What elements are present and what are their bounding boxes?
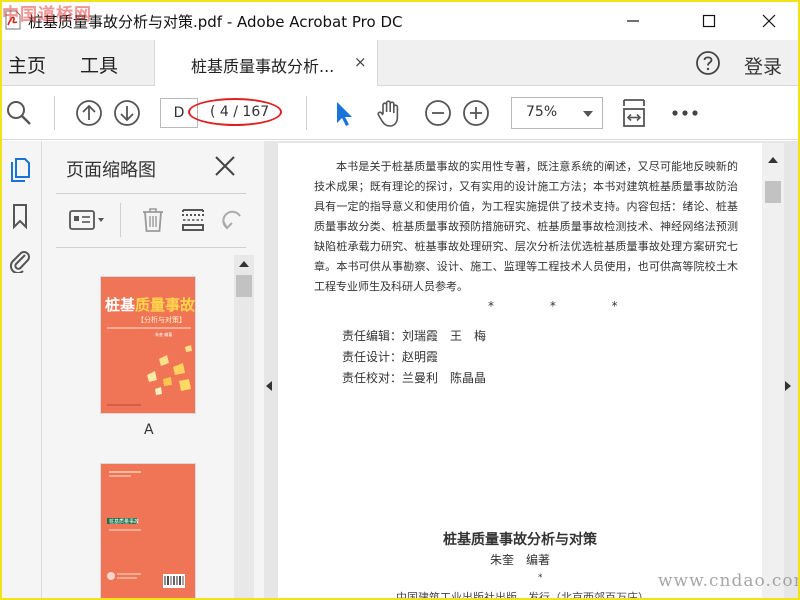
maximize-button[interactable] xyxy=(686,6,732,36)
book-back-cover-image: 桩基质量事故 xyxy=(101,464,195,598)
title-bar: 桩基质量事故分析与对策.pdf - Adobe Acrobat Pro DC xyxy=(2,2,798,40)
collapse-left-panel-icon[interactable] xyxy=(266,381,272,391)
close-window-button[interactable] xyxy=(746,6,792,36)
menu-bar: 主页 工具 桩基质量事故分析... × 登录 xyxy=(2,40,798,86)
trash-icon xyxy=(143,208,163,232)
red-annotation-ellipse xyxy=(188,98,282,126)
book-title: 桩基质量事故分析与对策 xyxy=(443,532,597,548)
tab-close-button[interactable]: × xyxy=(354,53,367,71)
credit-editor: 责任编辑：刘瑞霞 王 梅 xyxy=(342,329,487,343)
zoom-in-button[interactable] xyxy=(461,98,491,128)
cover-title-white: 桩基 xyxy=(105,296,136,314)
close-icon xyxy=(762,14,776,28)
more-icon xyxy=(672,110,698,116)
cover-subtitle: 【分析与对策】 xyxy=(137,315,186,324)
delete-pages-button[interactable] xyxy=(138,205,168,235)
small-separator: * xyxy=(538,573,543,583)
page-thumbnails-icon[interactable] xyxy=(8,157,32,183)
book-cover-image: 桩基 质量事故 【分析与对策】 朱奎 编著 xyxy=(101,277,196,413)
credit-design: 责任设计：赵明霞 xyxy=(342,350,439,364)
toolbar-divider xyxy=(306,96,307,130)
zoom-value: 75% xyxy=(526,104,558,120)
next-page-button[interactable] xyxy=(112,98,142,128)
toolbar: D ( 4 / 167 75% xyxy=(2,86,798,140)
hand-tool-button[interactable] xyxy=(374,98,404,128)
thumbnail-label: A xyxy=(144,422,154,438)
close-panel-icon[interactable] xyxy=(214,155,236,177)
credit-proofreader: 责任校对：兰曼利 陈晶晶 xyxy=(342,371,487,385)
previous-page-button[interactable] xyxy=(74,98,104,128)
menu-home[interactable]: 主页 xyxy=(8,51,46,78)
minimize-button[interactable] xyxy=(610,6,656,36)
expand-right-panel-icon[interactable] xyxy=(785,381,791,391)
app-window: 桩基质量事故分析与对策.pdf - Adobe Acrobat Pro DC 中… xyxy=(0,0,800,600)
help-icon[interactable] xyxy=(695,50,721,76)
document-scrollbar[interactable] xyxy=(762,143,784,598)
document-viewer: 本书是关于桩基质量事故的实用性专著，既注意系统的阐述，又尽可能地反映新的技术成果… xyxy=(264,141,798,600)
thumbnail-options-button[interactable] xyxy=(68,205,108,235)
cover-author: 朱奎 编著 xyxy=(155,331,172,337)
publisher-line: 中国建筑工业出版社出版、发行（北京西郊百万庄） xyxy=(396,591,649,600)
menu-tools[interactable]: 工具 xyxy=(80,51,118,78)
site-watermark: 中国道桥网 xyxy=(2,5,92,25)
scroll-up-icon[interactable] xyxy=(239,261,249,267)
zoom-out-button[interactable] xyxy=(423,98,453,128)
thumbnails-panel: 页面缩略图 桩基 质量事故 【分析与对策】 朱奎 编著 A 桩基质量事故 xyxy=(42,141,264,598)
scrollbar-thumb[interactable] xyxy=(236,275,252,297)
panel-title: 页面缩略图 xyxy=(66,160,156,181)
navigation-rail xyxy=(2,141,42,598)
maximize-icon xyxy=(702,14,716,28)
options-list-icon xyxy=(69,210,104,230)
zoom-level-select[interactable]: 75% xyxy=(511,97,603,129)
site-url-watermark: www.cndao.com xyxy=(658,571,800,591)
document-tab-label: 桩基质量事故分析... xyxy=(191,57,335,76)
toolbar-divider xyxy=(120,203,121,237)
section-separator: * * * xyxy=(488,299,644,313)
select-cursor-icon xyxy=(337,102,352,126)
thumbnail-scrollbar[interactable] xyxy=(234,255,254,598)
scroll-up-icon[interactable] xyxy=(768,157,778,163)
rotate-page-button[interactable] xyxy=(218,205,248,235)
toolbar-divider xyxy=(54,96,55,130)
minimize-icon xyxy=(627,20,639,22)
next-page-icon xyxy=(114,100,140,126)
book-description-paragraph: 本书是关于桩基质量事故的实用性专著，既注意系统的阐述，又尽可能地反映新的技术成果… xyxy=(314,160,738,293)
panel-divider xyxy=(56,247,246,248)
rotate-icon xyxy=(222,210,241,230)
bookmark-icon[interactable] xyxy=(8,203,32,229)
back-cover-label: 桩基质量事故 xyxy=(109,518,139,525)
document-tab[interactable]: 桩基质量事故分析... × xyxy=(154,40,378,86)
page-thumbnail-back[interactable]: 桩基质量事故 xyxy=(100,463,196,598)
zoom-out-icon xyxy=(425,100,451,126)
pdf-page: 本书是关于桩基质量事故的实用性专著，既注意系统的阐述，又尽可能地反映新的技术成果… xyxy=(278,143,762,600)
chevron-down-icon xyxy=(583,111,593,117)
panel-divider xyxy=(56,193,246,194)
fit-page-icon xyxy=(623,99,645,127)
extract-pages-icon xyxy=(182,209,204,231)
extract-pages-button[interactable] xyxy=(178,205,208,235)
scrollbar-thumb[interactable] xyxy=(765,181,781,203)
hand-icon xyxy=(377,100,399,127)
search-icon xyxy=(7,101,31,125)
prev-page-icon xyxy=(76,100,102,126)
zoom-in-icon xyxy=(463,100,489,126)
attachment-icon[interactable] xyxy=(8,247,32,273)
page-thumbnail-cover[interactable]: 桩基 质量事故 【分析与对策】 朱奎 编著 xyxy=(100,276,196,414)
fit-page-button[interactable] xyxy=(619,98,649,128)
search-button[interactable] xyxy=(4,98,34,128)
select-tool-button[interactable] xyxy=(328,98,358,128)
book-author: 朱奎 编著 xyxy=(489,553,550,567)
login-button[interactable]: 登录 xyxy=(744,52,782,79)
more-tools-button[interactable] xyxy=(670,98,700,128)
cover-title-yellow: 质量事故 xyxy=(135,296,196,314)
